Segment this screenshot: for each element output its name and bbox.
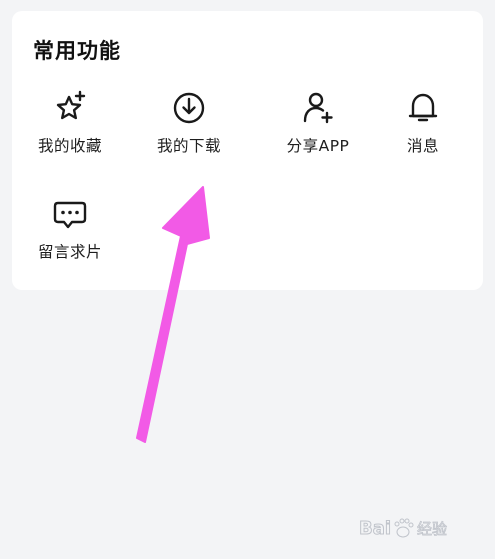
baidu-jingyan-watermark: Bai 经验 — [359, 515, 471, 541]
request-movie-item[interactable]: 留言求片 — [15, 194, 125, 284]
request-movie-label: 留言求片 — [37, 243, 102, 261]
messages-label: 消息 — [406, 137, 439, 155]
messages-item[interactable]: 消息 — [368, 88, 478, 178]
page: 常用功能 我的收藏 我的下载 分享APP 消息 留言求片 Bai 经验 — [0, 0, 495, 559]
star-plus-icon — [56, 90, 86, 120]
download-icon — [173, 92, 205, 124]
my-favorites-item[interactable]: 我的收藏 — [15, 88, 125, 178]
my-downloads-item[interactable]: 我的下载 — [134, 88, 244, 178]
watermark-logo: Bai 经验 — [359, 518, 448, 540]
section-title: 常用功能 — [33, 39, 121, 63]
add-user-icon — [303, 92, 333, 124]
common-functions-card: 常用功能 我的收藏 我的下载 分享APP 消息 留言求片 — [12, 11, 483, 290]
bell-icon — [408, 93, 438, 122]
svg-text:Bai: Bai — [359, 518, 391, 539]
share-app-label: 分享APP — [286, 137, 350, 155]
share-app-item[interactable]: 分享APP — [263, 88, 373, 178]
my-favorites-label: 我的收藏 — [37, 137, 102, 155]
svg-text:经验: 经验 — [417, 520, 447, 538]
chat-bubble-icon — [53, 201, 87, 229]
my-downloads-label: 我的下载 — [156, 137, 221, 155]
